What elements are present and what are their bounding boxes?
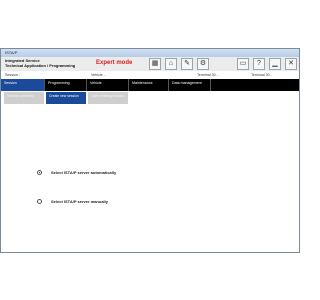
tab-session[interactable]: Session <box>1 79 45 91</box>
vehicle-selector[interactable]: Vehicle - <box>91 71 105 79</box>
window-icon[interactable]: ▭ <box>237 58 249 70</box>
option-manual-label: Select ISTA/P server manually <box>51 199 108 204</box>
help-icon[interactable]: ? <box>253 58 265 70</box>
app-window: ISTA/P Integrated Service Technical Appl… <box>0 48 300 253</box>
terminal-30-status: Terminal 30 - <box>197 73 218 77</box>
minimize-icon[interactable]: ▁ <box>269 58 281 70</box>
tab-open-existing-session[interactable]: Open existing session <box>88 92 128 104</box>
wrench-icon[interactable]: ✎ <box>181 58 193 70</box>
radio-auto-server[interactable] <box>37 170 42 175</box>
window-title: ISTA/P <box>5 50 18 55</box>
tab-maintenance[interactable]: Maintenance <box>129 79 169 91</box>
tab-vehicle[interactable]: Vehicle <box>87 79 129 91</box>
close-icon[interactable]: ✕ <box>285 58 297 70</box>
title-bar: ISTA/P <box>1 49 299 57</box>
option-auto-label: Select ISTA/P server automatically <box>51 170 117 175</box>
app-title-line2: Technical Application / Programming <box>5 63 76 68</box>
sub-nav: Session overview Create new session Open… <box>1 91 299 106</box>
terminal-15-status: Terminal 30 - <box>251 73 272 77</box>
tab-create-new-session[interactable]: Create new session <box>46 92 86 104</box>
plugin-icon[interactable]: ⚙ <box>197 58 209 70</box>
toolbar: Integrated Service Technical Application… <box>1 57 299 72</box>
session-selector[interactable]: Session - <box>5 71 20 79</box>
home-icon[interactable]: ⌂ <box>165 58 177 70</box>
tab-data-management[interactable]: Data management <box>169 79 211 91</box>
radio-manual-server[interactable] <box>37 199 42 204</box>
main-nav: Session Programming Vehicle Maintenance … <box>1 79 299 91</box>
grid-icon[interactable]: ▦ <box>149 58 161 70</box>
tab-session-overview[interactable]: Session overview <box>4 92 44 104</box>
tab-programming[interactable]: Programming <box>45 79 87 91</box>
mode-indicator: Expert mode <box>96 60 133 66</box>
app-title: Integrated Service Technical Application… <box>5 58 75 68</box>
main-content: Select ISTA/P server automatically Selec… <box>1 105 299 252</box>
